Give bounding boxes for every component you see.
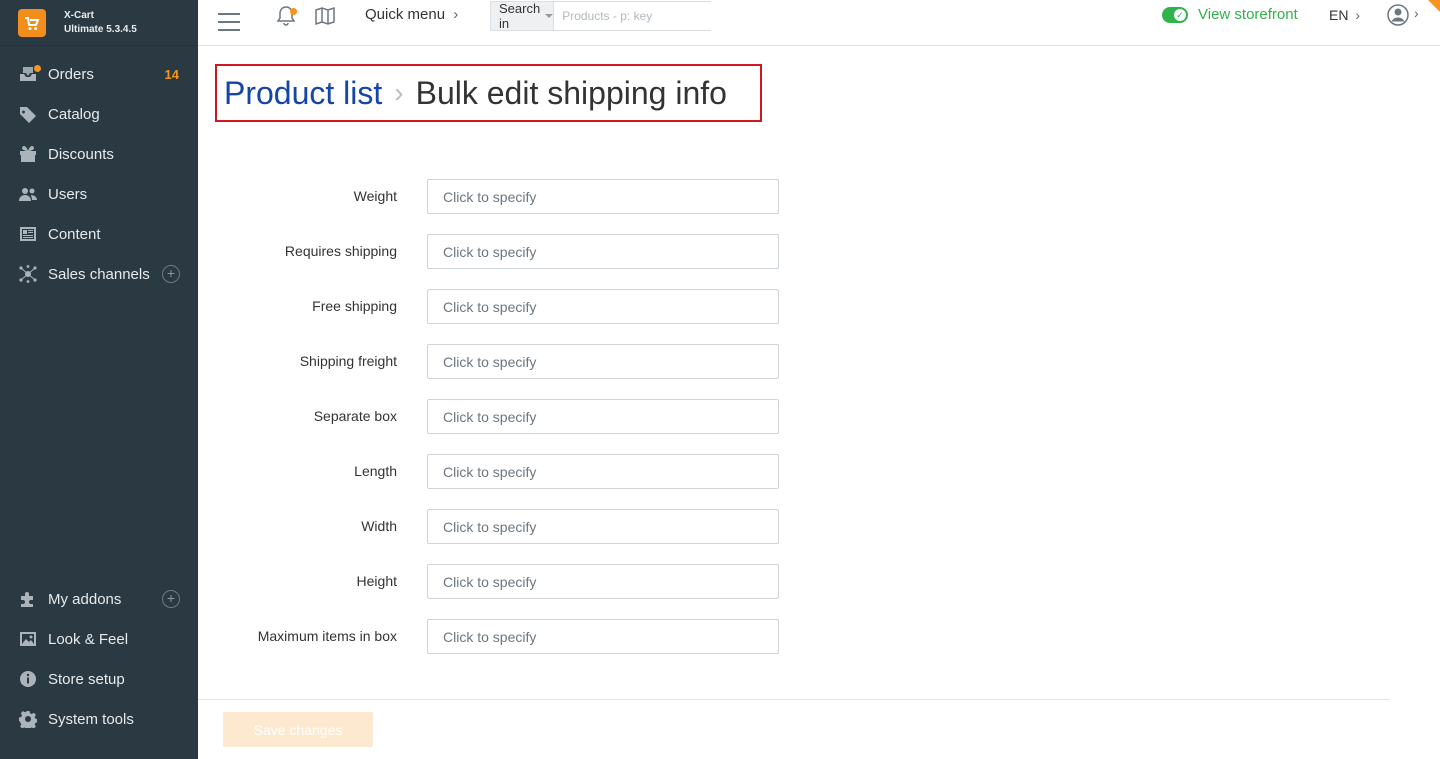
form-row-maximum-items-in-box: Maximum items in box [198,619,798,655]
field-label: Length [354,463,397,479]
language-label: EN [1329,7,1349,23]
field-label: Weight [353,188,397,204]
brand-version: Ultimate 5.3.4.5 [64,23,137,35]
view-storefront-label: View storefront [1198,6,1298,23]
form-row-separate-box: Separate box [198,399,798,435]
form-row-height: Height [198,564,798,600]
sidebar-item-orders[interactable]: Orders 14 [0,54,198,94]
weight-field[interactable] [427,179,779,214]
user-avatar-icon[interactable] [1387,4,1409,26]
tag-icon [18,104,38,124]
chevron-right-icon: › [1355,7,1361,23]
form-row-length: Length [198,454,798,490]
puzzle-icon [18,589,38,609]
chevron-right-icon: › [1414,5,1419,21]
divider [198,699,1390,700]
quick-menu-button[interactable]: Quick menu › [365,6,458,23]
sidebar-item-discounts[interactable]: Discounts [0,134,198,174]
sidebar-item-label: System tools [48,710,134,728]
add-sales-channel-button[interactable]: + [162,265,180,283]
field-label: Requires shipping [284,243,397,259]
save-changes-button[interactable]: Save changes [223,712,373,747]
sidebar-item-system-tools[interactable]: System tools [0,699,198,739]
sidebar-item-label: Sales channels [48,265,150,283]
free-shipping-field[interactable] [427,289,779,324]
gift-icon [18,144,38,164]
search-in-dropdown[interactable]: Search in [491,1,555,31]
users-icon [18,184,38,204]
language-selector[interactable]: EN › [1329,7,1360,23]
sidebar-item-sales-channels[interactable]: Sales channels + [0,254,198,294]
sidebar-item-users[interactable]: Users [0,174,198,214]
search-box: Search in [490,1,718,31]
notification-dot [290,8,297,15]
field-label: Shipping freight [299,353,397,369]
sidebar-item-label: My addons [48,590,122,608]
form-row-shipping-freight: Shipping freight [198,344,798,380]
form-row-weight: Weight [198,179,798,215]
chevron-right-icon: › [453,6,459,23]
sidebar-item-label: Catalog [48,105,100,123]
form-row-width: Width [198,509,798,545]
search-input[interactable] [554,2,718,30]
xcart-logo-icon [18,8,46,37]
gear-icon [18,709,38,729]
form-row-requires-shipping: Requires shipping [198,234,798,270]
length-field[interactable] [427,454,779,489]
maximum-items-in-box-field[interactable] [427,619,779,654]
sidebar-item-look-and-feel[interactable]: Look & Feel [0,619,198,659]
field-label: Free shipping [312,298,397,314]
quick-menu-label: Quick menu [365,6,446,23]
storefront-map-icon[interactable] [314,5,336,27]
orders-count-badge: 14 [164,66,179,82]
form-row-free-shipping: Free shipping [198,289,798,325]
height-field[interactable] [427,564,779,599]
sales-channels-icon [18,264,38,284]
requires-shipping-field[interactable] [427,234,779,269]
content-icon [18,224,38,244]
storefront-toggle-switch[interactable]: ✓ [1162,6,1188,23]
breadcrumb-link-product-list[interactable]: Product list [224,75,382,112]
check-icon: ✓ [1174,8,1186,21]
field-label: Height [356,573,397,589]
search-in-label: Search in [499,1,541,31]
sidebar-item-label: Discounts [48,145,114,163]
field-label: Separate box [313,408,397,424]
view-storefront-toggle[interactable]: ✓ View storefront [1162,6,1298,23]
brand-name: X-Cart [64,9,95,21]
corner-ribbon [1428,0,1440,12]
breadcrumb: Product list › Bulk edit shipping info [215,64,762,122]
sidebar-nav: Orders 14 Catalog Discounts Users Conten… [0,46,198,294]
add-addon-button[interactable]: + [162,590,180,608]
separate-box-field[interactable] [427,399,779,434]
field-label: Width [361,518,397,534]
sidebar-item-label: Store setup [48,670,125,688]
sidebar-item-content[interactable]: Content [0,214,198,254]
image-icon [18,629,38,649]
info-icon [18,669,38,689]
sidebar-item-label: Content [48,225,101,243]
field-label: Maximum items in box [257,628,397,644]
sidebar-item-catalog[interactable]: Catalog [0,94,198,134]
sidebar-item-store-setup[interactable]: Store setup [0,659,198,699]
sidebar: X-Cart Ultimate 5.3.4.5 Orders 14 Catalo… [0,0,198,759]
orders-notification-dot [34,65,41,72]
top-bar: Quick menu › Search in ✓ View storefront… [198,0,1440,46]
sidebar-item-my-addons[interactable]: My addons + [0,579,198,619]
sidebar-nav-bottom: My addons + Look & Feel Store setup Syst… [0,579,198,739]
sidebar-item-label: Look & Feel [48,630,129,648]
brand[interactable]: X-Cart Ultimate 5.3.4.5 [0,0,198,46]
hamburger-menu-icon[interactable] [218,13,240,31]
chevron-down-icon [545,14,554,18]
width-field[interactable] [427,509,779,544]
breadcrumb-separator: › [394,77,404,108]
sidebar-item-label: Orders [48,65,94,83]
page-title: Bulk edit shipping info [415,74,727,111]
sidebar-item-label: Users [48,185,88,203]
shipping-freight-field[interactable] [427,344,779,379]
